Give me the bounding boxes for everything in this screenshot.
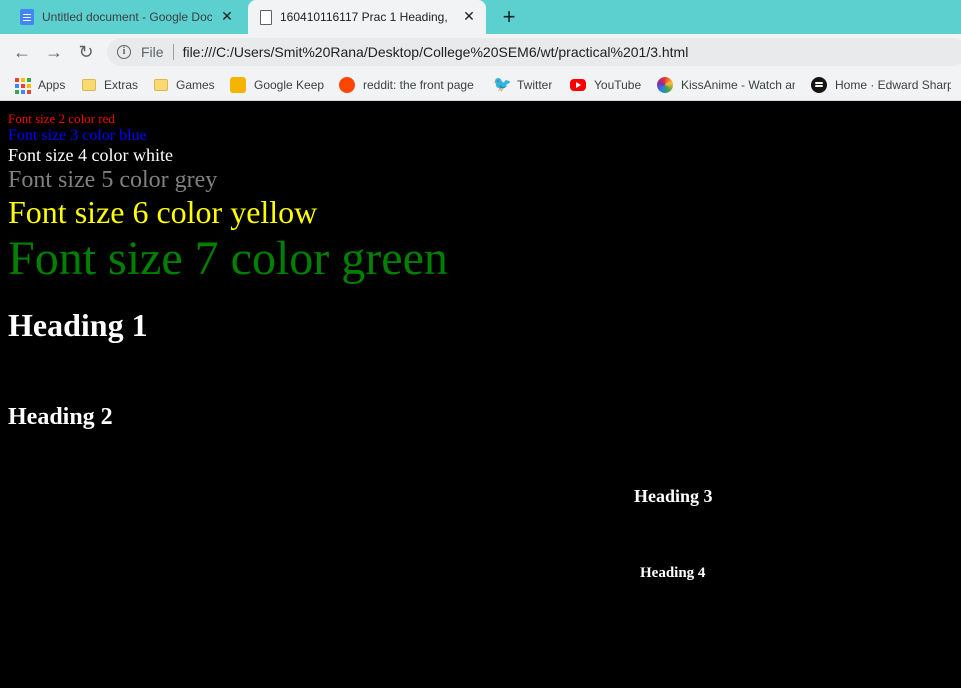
bookmark-spotify[interactable]: Home · Edward Sharp bbox=[811, 76, 951, 94]
close-tab-icon[interactable]: ✕ bbox=[220, 9, 234, 23]
bookmark-extras[interactable]: Extras bbox=[82, 76, 138, 94]
browser-toolbar: ← → ↻ i File file:///C:/Users/Smit%20Ran… bbox=[0, 34, 961, 70]
heading-1: Heading 1 bbox=[8, 307, 148, 343]
font-size-5-text: Font size 5 color grey bbox=[8, 167, 218, 193]
font-size-4-text: Font size 4 color white bbox=[8, 145, 173, 165]
forward-icon[interactable]: → bbox=[44, 42, 64, 62]
address-bar[interactable]: i File file:///C:/Users/Smit%20Rana/Desk… bbox=[107, 38, 961, 66]
bookmark-apps[interactable]: Apps bbox=[14, 76, 65, 94]
heading-4: Heading 4 bbox=[640, 565, 706, 581]
kissanime-icon bbox=[657, 77, 673, 93]
bookmark-label: Twitter bbox=[517, 78, 553, 92]
tab-prac-1[interactable]: 160410116117 Prac 1 Heading, F ✕ bbox=[248, 0, 486, 34]
bookmark-label: YouTube bbox=[594, 78, 642, 92]
bookmark-label: Apps bbox=[38, 78, 66, 92]
tab-title: Untitled document - Google Doc bbox=[42, 10, 212, 24]
apps-icon bbox=[14, 77, 31, 94]
twitter-icon: 🐦 bbox=[493, 76, 512, 93]
bookmark-label: KissAnime - Watch an bbox=[681, 78, 795, 92]
font-size-6-text: Font size 6 color yellow bbox=[8, 194, 318, 230]
google-docs-icon bbox=[20, 9, 34, 25]
bookmark-label: reddit: the front page bbox=[363, 78, 474, 92]
tab-strip: Untitled document - Google Doc ✕ 1604101… bbox=[0, 0, 961, 34]
bookmark-label: Home · Edward Sharp bbox=[835, 78, 951, 92]
reddit-icon bbox=[339, 77, 355, 93]
spotify-icon bbox=[811, 77, 827, 93]
folder-icon bbox=[154, 79, 168, 91]
google-keep-icon bbox=[230, 77, 246, 93]
heading-3: Heading 3 bbox=[634, 486, 713, 506]
bookmark-reddit[interactable]: reddit: the front page bbox=[339, 76, 477, 94]
bookmark-google-keep[interactable]: Google Keep bbox=[230, 76, 324, 94]
heading-2: Heading 2 bbox=[8, 404, 113, 430]
close-tab-icon[interactable]: ✕ bbox=[462, 9, 476, 23]
bookmark-label: Google Keep bbox=[254, 78, 325, 92]
bookmark-youtube[interactable]: YouTube bbox=[570, 76, 641, 94]
page-icon bbox=[260, 9, 272, 25]
page-content: Font size 2 color red Font size 3 color … bbox=[0, 102, 961, 688]
info-icon[interactable]: i bbox=[117, 45, 131, 59]
bookmark-twitter[interactable]: 🐦 Twitter bbox=[493, 76, 552, 94]
folder-icon bbox=[82, 79, 96, 91]
new-tab-button[interactable]: + bbox=[498, 6, 520, 28]
font-size-3-text: Font size 3 color blue bbox=[8, 127, 147, 144]
youtube-icon bbox=[570, 79, 586, 91]
bookmark-kissanime[interactable]: KissAnime - Watch an bbox=[657, 76, 795, 94]
font-size-2-text: Font size 2 color red bbox=[8, 111, 115, 126]
font-size-7-text: Font size 7 color green bbox=[8, 232, 448, 285]
bookmark-label: Extras bbox=[104, 78, 139, 92]
url-text[interactable]: file:///C:/Users/Smit%20Rana/Desktop/Col… bbox=[183, 44, 689, 60]
reload-icon[interactable]: ↻ bbox=[76, 42, 96, 62]
scheme-label: File bbox=[141, 44, 164, 60]
tab-google-docs[interactable]: Untitled document - Google Doc ✕ bbox=[8, 0, 244, 34]
tab-title: 160410116117 Prac 1 Heading, F bbox=[280, 10, 450, 24]
back-icon[interactable]: ← bbox=[12, 42, 32, 62]
bookmarks-bar: Apps Extras Games Google Keep reddit: th… bbox=[0, 70, 961, 101]
bookmark-label: Games bbox=[176, 78, 215, 92]
divider bbox=[172, 44, 174, 60]
bookmark-games[interactable]: Games bbox=[154, 76, 215, 94]
